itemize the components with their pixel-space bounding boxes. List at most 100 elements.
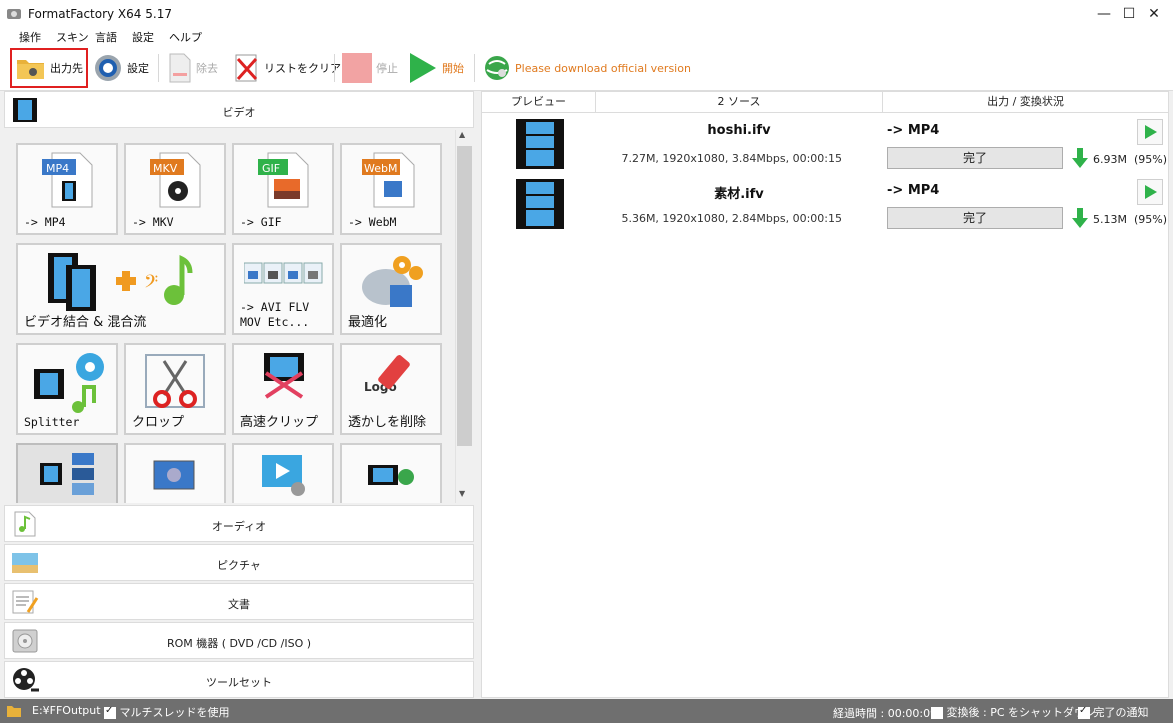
output-folder-label: 出力先 (50, 62, 83, 75)
start-label: 開始 (442, 62, 464, 75)
app-icon (7, 9, 21, 19)
close-button[interactable]: ✕ (1131, 0, 1173, 28)
category-document[interactable]: 文書 (4, 583, 474, 620)
download-arrow-icon (1072, 208, 1088, 228)
scroll-down-icon[interactable]: ▼ (459, 489, 465, 498)
multi-video-icon (40, 453, 94, 495)
tile-gif[interactable]: GIF -> GIF (232, 143, 334, 235)
column-output-status[interactable]: 出力 / 変換状況 (883, 92, 1169, 113)
shutdown-checkbox[interactable]: 変換後 : PC をシャットダウン (931, 704, 1096, 720)
film-globe-icon (368, 465, 414, 485)
tile-crop[interactable]: クロップ (124, 343, 226, 435)
category-audio[interactable]: オーディオ (4, 505, 474, 542)
window-title: FormatFactory X64 5.17 (28, 7, 172, 21)
tile-screen-record[interactable] (124, 443, 226, 503)
tile-gif-label: -> GIF (240, 215, 282, 229)
column-preview[interactable]: プレビュー (482, 92, 596, 113)
menu-language[interactable]: 言語 (95, 29, 117, 45)
tile-remove-watermark[interactable]: Logo 透かしを削除 (340, 343, 442, 435)
svg-text:GIF: GIF (262, 162, 280, 175)
category-tools[interactable]: ツールセット (4, 661, 474, 698)
source-filename: 素材.ifv (714, 187, 764, 202)
stop-button[interactable]: 停止 (342, 50, 398, 86)
video-join-icon: 𝄢 (48, 253, 193, 311)
splitter-icon (34, 353, 104, 413)
video-gear-icon (262, 455, 305, 496)
format-strip-icon (244, 262, 323, 284)
tile-remove-watermark-label: 透かしを削除 (348, 415, 427, 430)
svg-text:MKV: MKV (153, 162, 178, 175)
official-version-link[interactable]: Please download official version (483, 50, 691, 86)
category-rom[interactable]: ROM 機器 ( DVD /CD /ISO ) (4, 622, 474, 659)
category-tools-label: ツールセット (206, 676, 272, 689)
multithread-label: マルチスレッドを使用 (119, 706, 230, 719)
menu-bar: 操作 スキン 言語 設定 ヘルプ (0, 28, 1173, 46)
tile-webm[interactable]: WebM -> WebM (340, 143, 442, 235)
shutdown-label: 変換後 : PC をシャットダウン (946, 706, 1097, 719)
table-row[interactable]: hoshi.ifv 7.27M, 1920x1080, 3.84Mbps, 00… (482, 116, 1168, 174)
table-row[interactable]: 素材.ifv 5.36M, 1920x1080, 2.84Mbps, 00:00… (482, 176, 1168, 234)
tile-quick-clip[interactable]: 高速クリップ (232, 343, 334, 435)
gear-icon (95, 55, 121, 81)
settings-button[interactable]: 設定 (93, 50, 149, 86)
play-output-button[interactable] (1137, 179, 1163, 205)
checkbox-icon (104, 705, 116, 719)
clear-list-button[interactable]: リストをクリア (234, 50, 341, 86)
tile-video-download[interactable] (340, 443, 442, 503)
eraser-logo-icon: Logo (364, 355, 410, 394)
tile-mp4[interactable]: MP4 -> MP4 (16, 143, 118, 235)
stop-icon (342, 53, 372, 83)
tile-video-join-label: ビデオ結合 & 混合流 (24, 315, 147, 330)
remove-button[interactable]: 除去 (168, 50, 218, 86)
column-source[interactable]: 2 ソース (596, 92, 883, 113)
toolbar-separator (158, 54, 159, 82)
tile-crop-label: クロップ (132, 415, 185, 430)
checkbox-icon (931, 707, 943, 719)
tile-mkv[interactable]: MKV -> MKV (124, 143, 226, 235)
download-arrow-icon (1072, 148, 1088, 168)
tile-picture-in-picture[interactable] (16, 443, 118, 503)
checkbox-icon (1078, 705, 1090, 719)
output-path[interactable]: E:¥FFOutput (32, 704, 101, 717)
scroll-up-icon[interactable]: ▲ (459, 130, 465, 139)
output-size: 6.93M (95%) (1093, 153, 1168, 166)
output-folder-icon (7, 706, 21, 717)
play-icon (410, 53, 436, 83)
webm-file-icon: WebM (362, 152, 415, 208)
tile-video-join[interactable]: 𝄢 ビデオ結合 & 混合流 (16, 243, 226, 335)
svg-text:MP4: MP4 (46, 162, 69, 175)
category-video[interactable]: ビデオ (4, 91, 474, 128)
tile-avi-flv-mov[interactable]: -> AVI FLV MOV Etc... (232, 243, 334, 335)
quick-clip-icon (264, 353, 304, 399)
remove-label: 除去 (196, 62, 218, 75)
clear-list-icon (235, 54, 258, 82)
status-done-button[interactable]: 完了 (887, 147, 1063, 169)
tile-video-settings[interactable] (232, 443, 334, 503)
start-button[interactable]: 開始 (408, 50, 464, 86)
output-folder-button[interactable]: 出力先 (10, 48, 88, 88)
mkv-file-icon: MKV (150, 152, 201, 208)
play-icon (1145, 185, 1157, 199)
toolbar-separator (474, 54, 475, 82)
official-version-label: Please download official version (515, 61, 691, 75)
category-audio-label: オーディオ (211, 520, 267, 533)
play-output-button[interactable] (1137, 119, 1163, 145)
tile-splitter[interactable]: Splitter (16, 343, 118, 435)
document-remove-icon (169, 53, 191, 83)
menu-operation[interactable]: 操作 (19, 29, 41, 45)
tool-grid-scrollbar[interactable]: ▲ ▼ (455, 130, 474, 503)
mp4-file-icon: MP4 (42, 152, 93, 208)
status-done-button[interactable]: 完了 (887, 207, 1063, 229)
tile-mkv-label: -> MKV (132, 215, 174, 229)
status-bar: E:¥FFOutput マルチスレッドを使用 経過時間 : 00:00:09 変… (0, 699, 1173, 723)
svg-text:𝄢: 𝄢 (144, 272, 158, 297)
multithread-checkbox[interactable]: マルチスレッドを使用 (104, 704, 230, 720)
notify-checkbox[interactable]: 完了の通知 (1078, 704, 1149, 720)
category-picture[interactable]: ピクチャ (4, 544, 474, 581)
scroll-thumb[interactable] (457, 146, 472, 446)
menu-settings[interactable]: 設定 (132, 29, 154, 45)
menu-help[interactable]: ヘルプ (169, 29, 202, 45)
menu-skin[interactable]: スキン (56, 29, 89, 45)
tile-optimize[interactable]: 最適化 (340, 243, 442, 335)
output-format: -> MP4 (887, 123, 940, 138)
